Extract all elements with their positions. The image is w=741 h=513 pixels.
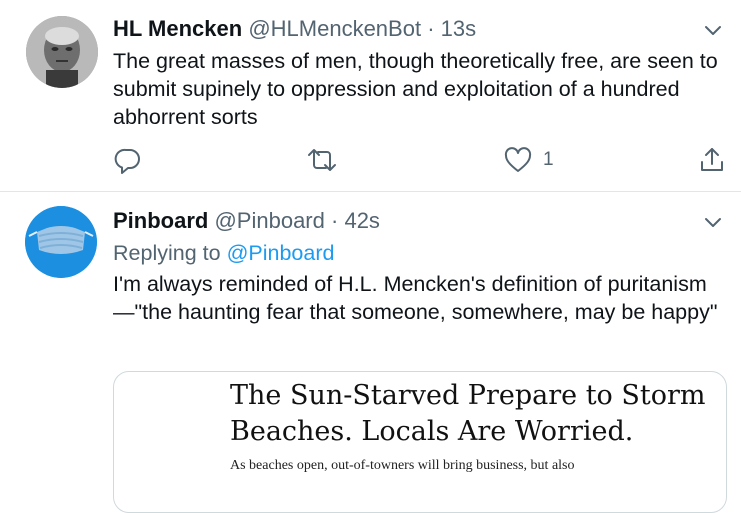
link-card[interactable]: The Sun-Starved Prepare to Storm Beaches… (113, 371, 727, 513)
card-description: As beaches open, out-of-towners will bri… (230, 458, 575, 473)
heart-icon[interactable] (503, 145, 533, 175)
tweet-header: HL Mencken @HLMenckenBot · 13s (113, 15, 476, 43)
chevron-down-icon[interactable] (703, 212, 723, 232)
handle[interactable]: @Pinboard (214, 208, 324, 233)
reply-icon[interactable] (113, 145, 143, 175)
timestamp[interactable]: 42s (344, 208, 379, 233)
handle[interactable]: @HLMenckenBot (248, 16, 421, 41)
avatar[interactable] (25, 206, 97, 278)
replying-to: Replying to @Pinboard (113, 239, 334, 267)
timestamp[interactable]: 13s (441, 16, 476, 41)
chevron-down-icon[interactable] (703, 20, 723, 40)
separator: · (331, 208, 339, 233)
avatar[interactable] (26, 16, 98, 88)
tweet-hl-mencken[interactable]: HL Mencken @HLMenckenBot · 13s The great… (0, 0, 741, 190)
display-name[interactable]: Pinboard (113, 208, 208, 233)
tweet-text: The great masses of men, though theoreti… (113, 49, 718, 129)
tweet-text: I'm always reminded of H.L. Mencken's de… (113, 272, 718, 324)
card-headline: The Sun-Starved Prepare to Storm Beaches… (230, 380, 706, 447)
tweet-header: Pinboard @Pinboard · 42s (113, 207, 380, 235)
share-icon[interactable] (697, 145, 727, 175)
separator: · (427, 16, 435, 41)
like-count: 1 (543, 149, 554, 170)
tweet-actions: 1 (0, 145, 741, 177)
display-name[interactable]: HL Mencken (113, 16, 242, 41)
replying-to-label: Replying to (113, 241, 221, 265)
retweet-icon[interactable] (306, 145, 338, 175)
replying-to-handle[interactable]: @Pinboard (227, 241, 335, 265)
